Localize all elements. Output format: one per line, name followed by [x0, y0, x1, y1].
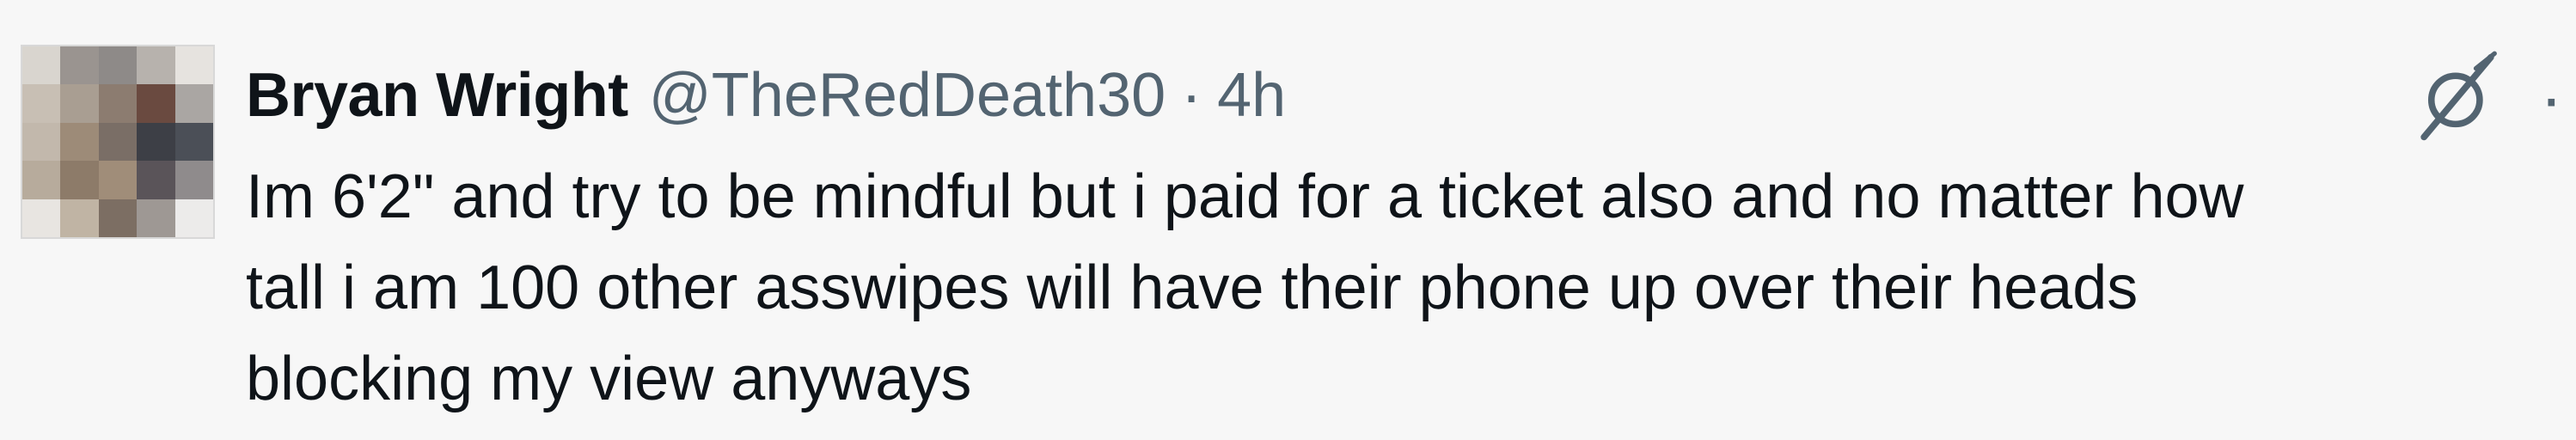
avatar-pixel: [174, 122, 213, 162]
avatar-pixel: [60, 84, 99, 123]
grok-icon[interactable]: [2411, 50, 2504, 143]
tweet[interactable]: Bryan Wright @TheRedDeath30 · 4h ·· Im 6…: [0, 0, 2576, 440]
tweet-timestamp[interactable]: 4h: [1217, 57, 1286, 134]
avatar-pixel: [60, 199, 99, 237]
avatar-pixel: [137, 122, 175, 162]
separator-dot: ·: [1181, 61, 1202, 130]
more-options-icon[interactable]: ··: [2540, 64, 2576, 132]
avatar-pixel: [137, 199, 175, 237]
avatar-pixel: [98, 199, 138, 237]
avatar-pixel: [60, 46, 99, 85]
tweet-text-line: Im 6'2" and try to be mindful but i paid…: [246, 162, 2244, 231]
author-handle[interactable]: @TheRedDeath30: [649, 57, 1166, 134]
avatar-pixel: [22, 84, 61, 123]
avatar-pixel: [98, 122, 138, 162]
avatar-pixel: [137, 46, 175, 85]
tweet-header: Bryan Wright @TheRedDeath30 · 4h: [246, 57, 1286, 134]
avatar-pixel: [22, 161, 61, 199]
avatar-pixel: [98, 161, 138, 199]
avatar-pixel: [98, 84, 138, 123]
avatar-pixel: [98, 46, 138, 85]
tweet-text-line: tall i am 100 other asswipes will have t…: [246, 254, 2139, 322]
avatar[interactable]: [21, 45, 215, 239]
avatar-pixel: [174, 84, 213, 123]
avatar-pixel: [174, 161, 213, 199]
avatar-pixel: [60, 161, 99, 199]
avatar-pixel: [137, 84, 175, 123]
avatar-pixel: [22, 199, 61, 237]
author-name[interactable]: Bryan Wright: [246, 57, 628, 134]
avatar-pixel: [174, 46, 213, 85]
avatar-pixel: [174, 199, 213, 237]
avatar-pixel: [60, 122, 99, 162]
avatar-pixel: [22, 122, 61, 162]
avatar-pixel: [137, 161, 175, 199]
tweet-text-line: blocking my view anyways: [246, 345, 972, 413]
avatar-pixel: [22, 46, 61, 85]
tweet-text: Im 6'2" and try to be mindful but i paid…: [246, 151, 2567, 425]
